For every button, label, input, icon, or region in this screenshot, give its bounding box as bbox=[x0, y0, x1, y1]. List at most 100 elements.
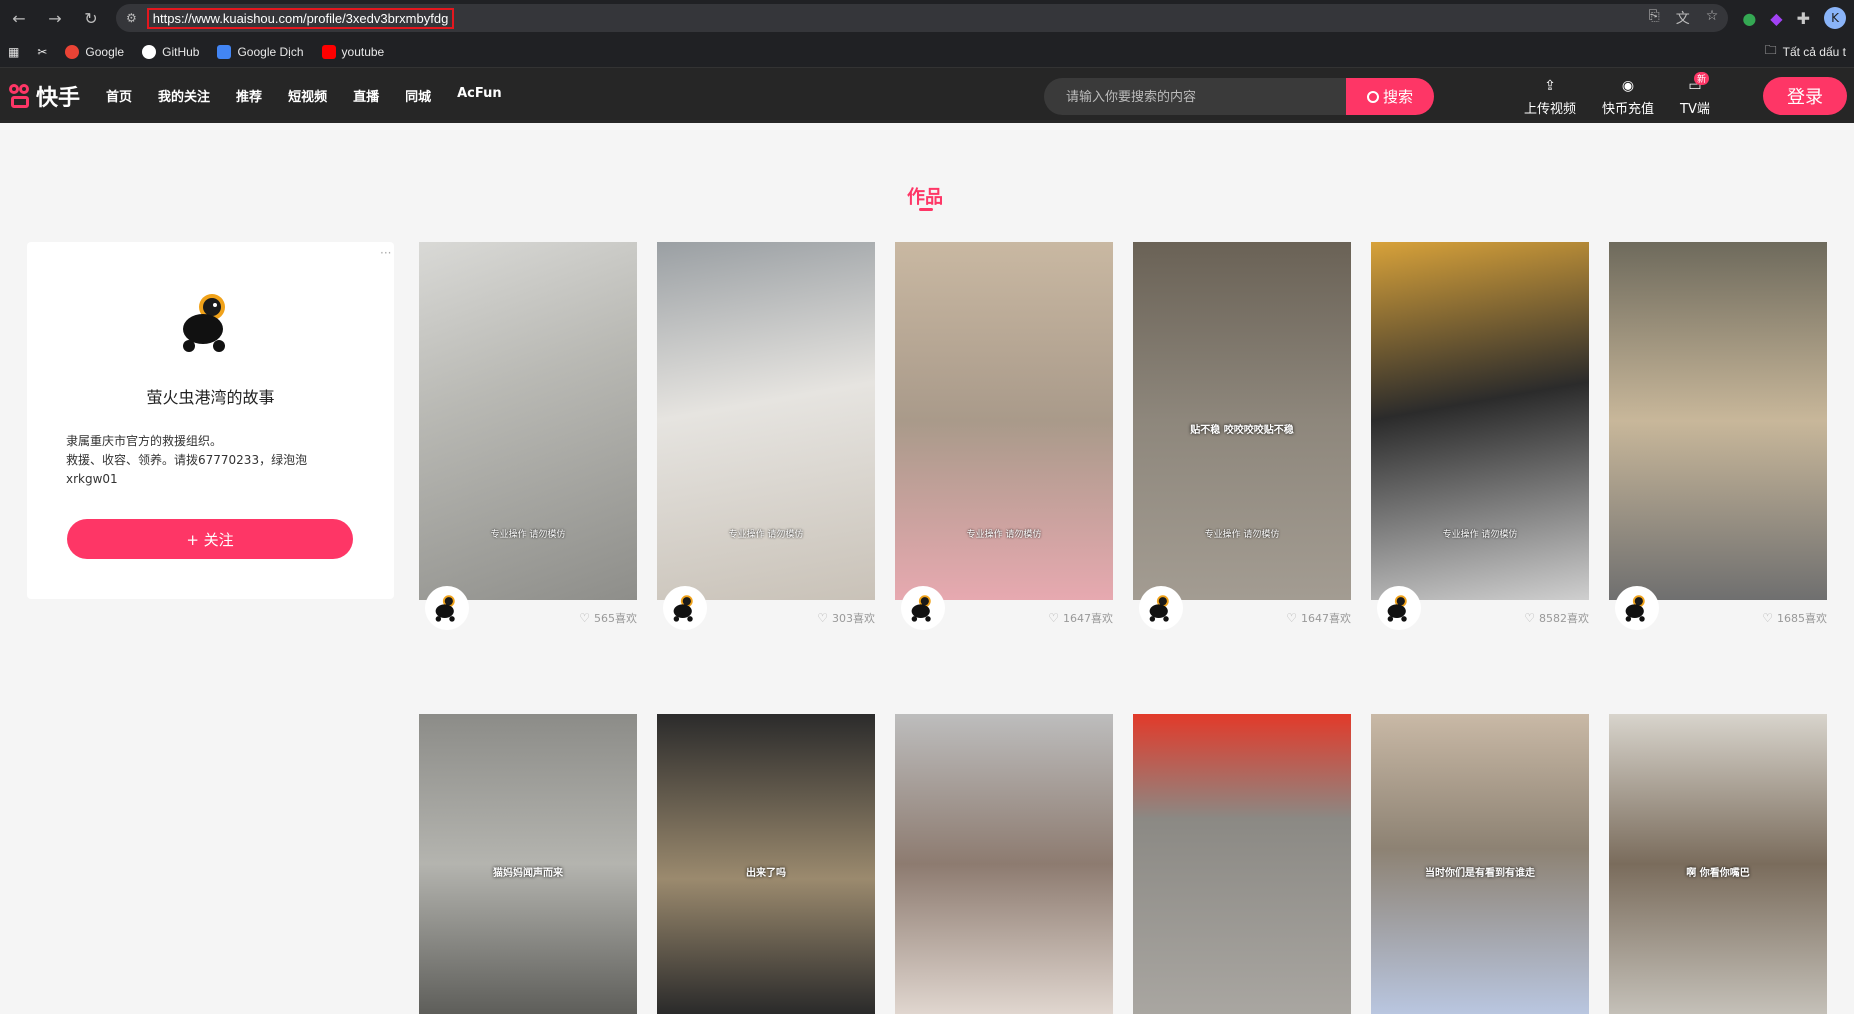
new-badge: 新 bbox=[1694, 72, 1710, 85]
header-tools: ⇪ 上传视频 ◉ 快币充值 ▭ 新 TV端 bbox=[1524, 72, 1710, 117]
kuaishou-logo[interactable]: 快手 bbox=[8, 80, 80, 112]
video-card-footer: ♡ 1647喜欢 bbox=[895, 586, 1113, 640]
reload-icon[interactable]: ↻ bbox=[80, 7, 102, 29]
author-avatar[interactable] bbox=[663, 586, 707, 630]
scissors-icon[interactable]: ✂ bbox=[37, 45, 47, 59]
all-bookmarks[interactable]: 🗀 Tất cả dấu t bbox=[1765, 41, 1846, 62]
bookmark-github[interactable]: GitHub bbox=[142, 44, 199, 59]
like-count-text: 303喜欢 bbox=[832, 612, 875, 625]
nav-short-video[interactable]: 短视频 bbox=[288, 86, 327, 105]
profile-avatar[interactable] bbox=[175, 289, 241, 355]
like-count-text: 1685喜欢 bbox=[1777, 612, 1827, 625]
search-input[interactable] bbox=[1044, 78, 1346, 115]
video-card[interactable]: 猫妈妈闻声而来 bbox=[419, 714, 637, 1014]
more-options-icon[interactable]: ··· bbox=[380, 246, 391, 260]
video-thumbnail[interactable]: 出来了吗 bbox=[657, 714, 875, 1014]
site-header: 快手 首页 我的关注 推荐 短视频 直播 同城 AcFun 搜索 ⇪ 上传视频 … bbox=[0, 68, 1854, 123]
video-card[interactable]: 专业操作 请勿模仿 ♡ 1647喜欢 bbox=[895, 242, 1113, 640]
like-count: ♡ 565喜欢 bbox=[579, 610, 637, 626]
video-overlay-text: 贴不稳 咬咬咬咬贴不稳 bbox=[1190, 425, 1294, 436]
translate-icon bbox=[217, 44, 232, 59]
bookmark-google-translate[interactable]: Google Dịch bbox=[217, 44, 304, 59]
follow-button[interactable]: + 关注 bbox=[67, 519, 353, 559]
coin-recharge-button[interactable]: ◉ 快币充值 bbox=[1602, 76, 1654, 117]
video-thumbnail[interactable]: 啊 你看你嘴巴 bbox=[1609, 714, 1827, 1014]
address-bar[interactable]: ⚙ https://www.kuaishou.com/profile/3xedv… bbox=[116, 4, 1729, 32]
upload-video-button[interactable]: ⇪ 上传视频 bbox=[1524, 76, 1576, 117]
heart-icon: ♡ bbox=[1048, 611, 1059, 625]
author-avatar[interactable] bbox=[425, 586, 469, 630]
main-nav: 首页 我的关注 推荐 短视频 直播 同城 AcFun bbox=[106, 86, 502, 105]
youtube-icon bbox=[321, 44, 336, 59]
nav-recommend[interactable]: 推荐 bbox=[236, 86, 262, 105]
kuaishou-logo-icon bbox=[8, 83, 32, 109]
video-caption: 专业操作 请勿模仿 bbox=[966, 530, 1042, 540]
like-count-text: 8582喜欢 bbox=[1539, 612, 1589, 625]
url-text[interactable]: https://www.kuaishou.com/profile/3xedv3b… bbox=[146, 7, 455, 29]
video-card[interactable]: 当时你们是有看到有谁走 bbox=[1371, 714, 1589, 1014]
video-thumbnail[interactable] bbox=[895, 714, 1113, 1014]
nav-local[interactable]: 同城 bbox=[405, 86, 431, 105]
like-count: ♡ 303喜欢 bbox=[817, 610, 875, 626]
folder-icon: 🗀 bbox=[1764, 43, 1777, 57]
video-caption: 专业操作 请勿模仿 bbox=[1442, 530, 1518, 540]
author-avatar[interactable] bbox=[1377, 586, 1421, 630]
translate-icon[interactable]: 文 bbox=[1676, 8, 1690, 28]
video-card[interactable]: 出来了吗 bbox=[657, 714, 875, 1014]
video-overlay-text: 出来了吗 bbox=[746, 868, 786, 879]
video-thumbnail[interactable]: 当时你们是有看到有谁走 bbox=[1371, 714, 1589, 1014]
video-card[interactable] bbox=[1133, 714, 1351, 1014]
back-icon[interactable]: ← bbox=[8, 7, 30, 29]
author-avatar[interactable] bbox=[1615, 586, 1659, 630]
nav-following[interactable]: 我的关注 bbox=[158, 86, 210, 105]
video-caption: 专业操作 请勿模仿 bbox=[728, 530, 804, 540]
video-card[interactable] bbox=[895, 714, 1113, 1014]
video-thumbnail[interactable]: 专业操作 请勿模仿 bbox=[1371, 242, 1589, 600]
like-count-text: 565喜欢 bbox=[594, 612, 637, 625]
video-card-footer: ♡ 303喜欢 bbox=[657, 586, 875, 640]
bookmark-youtube[interactable]: youtube bbox=[321, 44, 384, 59]
install-app-icon[interactable]: ⎘ bbox=[1649, 8, 1660, 28]
video-thumbnail[interactable]: 贴不稳 咬咬咬咬贴不稳 专业操作 请勿模仿 bbox=[1133, 242, 1351, 600]
bookmark-google[interactable]: Google bbox=[65, 44, 124, 59]
heart-icon: ♡ bbox=[1524, 611, 1535, 625]
nav-home[interactable]: 首页 bbox=[106, 86, 132, 105]
heart-icon: ♡ bbox=[579, 611, 590, 625]
video-card[interactable]: 啊 你看你嘴巴 bbox=[1609, 714, 1827, 1014]
video-thumbnail[interactable] bbox=[1609, 242, 1827, 600]
bookmark-star-icon[interactable]: ☆ bbox=[1706, 8, 1719, 28]
extensions-puzzle-icon[interactable]: ✚ bbox=[1797, 9, 1810, 28]
video-card[interactable]: 专业操作 请勿模仿 ♡ 303喜欢 bbox=[657, 242, 875, 640]
like-count: ♡ 1647喜欢 bbox=[1286, 610, 1351, 626]
video-thumbnail[interactable]: 专业操作 请勿模仿 bbox=[657, 242, 875, 600]
search-button[interactable]: 搜索 bbox=[1346, 78, 1434, 115]
video-thumbnail[interactable]: 专业操作 请勿模仿 bbox=[895, 242, 1113, 600]
video-card[interactable]: 贴不稳 咬咬咬咬贴不稳 专业操作 请勿模仿 ♡ 1647喜欢 bbox=[1133, 242, 1351, 640]
forward-icon[interactable]: → bbox=[44, 7, 66, 29]
extension-icon[interactable]: ◆ bbox=[1770, 9, 1782, 28]
video-thumbnail[interactable]: 猫妈妈闻声而来 bbox=[419, 714, 637, 1014]
video-card[interactable]: 专业操作 请勿模仿 ♡ 565喜欢 bbox=[419, 242, 637, 640]
nav-acfun[interactable]: AcFun bbox=[457, 86, 502, 105]
author-avatar[interactable] bbox=[901, 586, 945, 630]
extension-refresh-icon[interactable]: ● bbox=[1742, 9, 1756, 28]
search-box: 搜索 bbox=[1044, 78, 1434, 115]
tv-button[interactable]: ▭ 新 TV端 bbox=[1680, 72, 1710, 117]
profile-avatar[interactable]: K bbox=[1824, 7, 1846, 29]
author-avatar[interactable] bbox=[1139, 586, 1183, 630]
heart-icon: ♡ bbox=[1762, 611, 1773, 625]
profile-description: 隶属重庆市官方的救援组织。 救援、收容、领养。请拨67770233，绿泡泡 xr… bbox=[66, 434, 308, 486]
site-settings-icon[interactable]: ⚙ bbox=[126, 11, 137, 25]
video-card[interactable]: 专业操作 请勿模仿 ♡ 8582喜欢 bbox=[1371, 242, 1589, 640]
search-icon bbox=[1366, 90, 1379, 103]
video-overlay-text: 啊 你看你嘴巴 bbox=[1686, 868, 1750, 879]
bookmarks-bar: ▦ ✂ Google GitHub Google Dịch youtube 🗀 T… bbox=[0, 36, 1854, 68]
github-icon bbox=[142, 44, 157, 59]
nav-live[interactable]: 直播 bbox=[353, 86, 379, 105]
video-thumbnail[interactable]: 专业操作 请勿模仿 bbox=[419, 242, 637, 600]
works-tab[interactable]: 作品 bbox=[907, 183, 943, 209]
video-card[interactable]: ♡ 1685喜欢 bbox=[1609, 242, 1827, 640]
video-thumbnail[interactable] bbox=[1133, 714, 1351, 1014]
apps-icon[interactable]: ▦ bbox=[8, 45, 19, 59]
login-button[interactable]: 登录 bbox=[1763, 77, 1847, 115]
